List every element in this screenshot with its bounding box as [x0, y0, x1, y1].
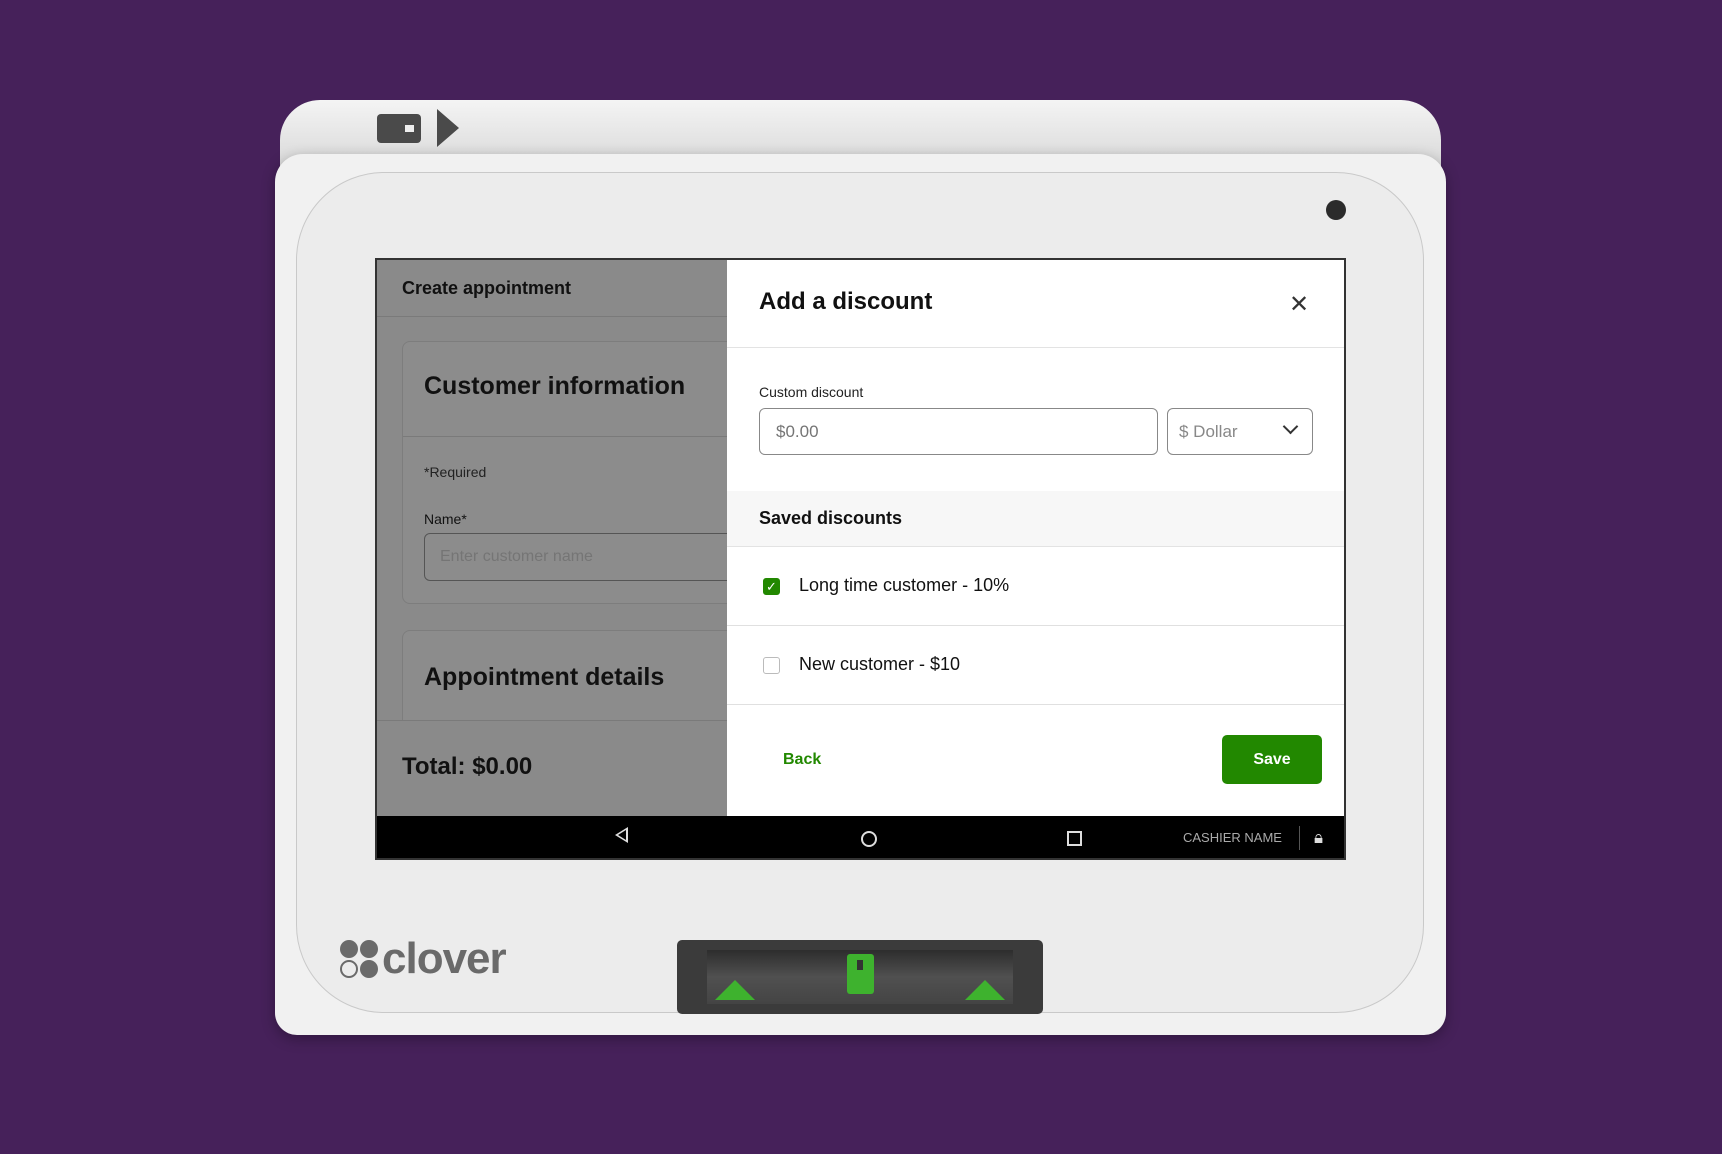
divider [1299, 826, 1300, 850]
create-appointment-background: Create appointment Customer information … [377, 260, 754, 830]
discount-option[interactable]: ✓ Long time customer - 10% [727, 547, 1344, 626]
discount-option-label: New customer - $10 [799, 654, 961, 674]
divider [403, 436, 743, 437]
divider [377, 316, 727, 317]
card-insert-icon [377, 114, 421, 143]
name-label: Name* [424, 511, 467, 527]
saved-discounts-title: Saved discounts [759, 508, 903, 528]
checkbox-unchecked[interactable] [763, 657, 780, 674]
system-nav-bar: CASHIER NAME 🔒︎ [377, 816, 1344, 858]
add-discount-modal: Add a discount ✕ Custom discount $ Dolla… [727, 260, 1344, 816]
arrow-up-icon [965, 980, 1005, 1000]
customer-name-input[interactable] [424, 533, 754, 581]
clover-leaf-icon [340, 940, 378, 978]
saved-discounts-header: Saved discounts [727, 491, 1344, 547]
custom-discount-label: Custom discount [759, 384, 864, 400]
required-note: *Required [424, 464, 487, 480]
total-footer: Total: $0.00 [377, 720, 727, 816]
discount-option[interactable]: New customer - $10 [727, 626, 1344, 705]
cashier-name: CASHIER NAME [1183, 830, 1282, 845]
back-icon[interactable] [615, 827, 628, 843]
close-icon[interactable]: ✕ [1289, 290, 1309, 319]
recents-icon[interactable] [1067, 831, 1082, 846]
chevron-down-icon [1282, 418, 1299, 435]
total-amount: Total: $0.00 [402, 753, 533, 780]
card-reader-slot [677, 940, 1043, 1014]
discount-type-select[interactable]: $ Dollar [1167, 408, 1313, 455]
discount-option-label: Long time customer - 10% [799, 575, 1010, 595]
page-title: Create appointment [402, 278, 572, 298]
custom-discount-input[interactable] [759, 408, 1158, 455]
save-button[interactable]: Save [1222, 735, 1322, 784]
card-icon [847, 954, 874, 994]
divider [727, 347, 1344, 348]
play-icon [437, 109, 459, 147]
clover-logo: clover [340, 934, 507, 984]
appointment-details-title: Appointment details [424, 663, 665, 691]
back-button[interactable]: Back [783, 751, 821, 769]
home-icon[interactable] [861, 831, 877, 847]
customer-info-card: Customer information *Required Name* [402, 341, 754, 604]
customer-info-title: Customer information [424, 372, 686, 400]
device-screen: Create appointment Customer information … [375, 258, 1346, 860]
brand-wordmark: clover [382, 934, 507, 983]
arrow-up-icon [715, 980, 755, 1000]
lock-icon[interactable]: 🔒︎ [1314, 828, 1323, 848]
modal-title: Add a discount [759, 288, 933, 315]
discount-type-value: $ Dollar [1179, 422, 1238, 441]
checkbox-checked[interactable]: ✓ [763, 578, 780, 595]
camera-icon [1326, 200, 1346, 220]
